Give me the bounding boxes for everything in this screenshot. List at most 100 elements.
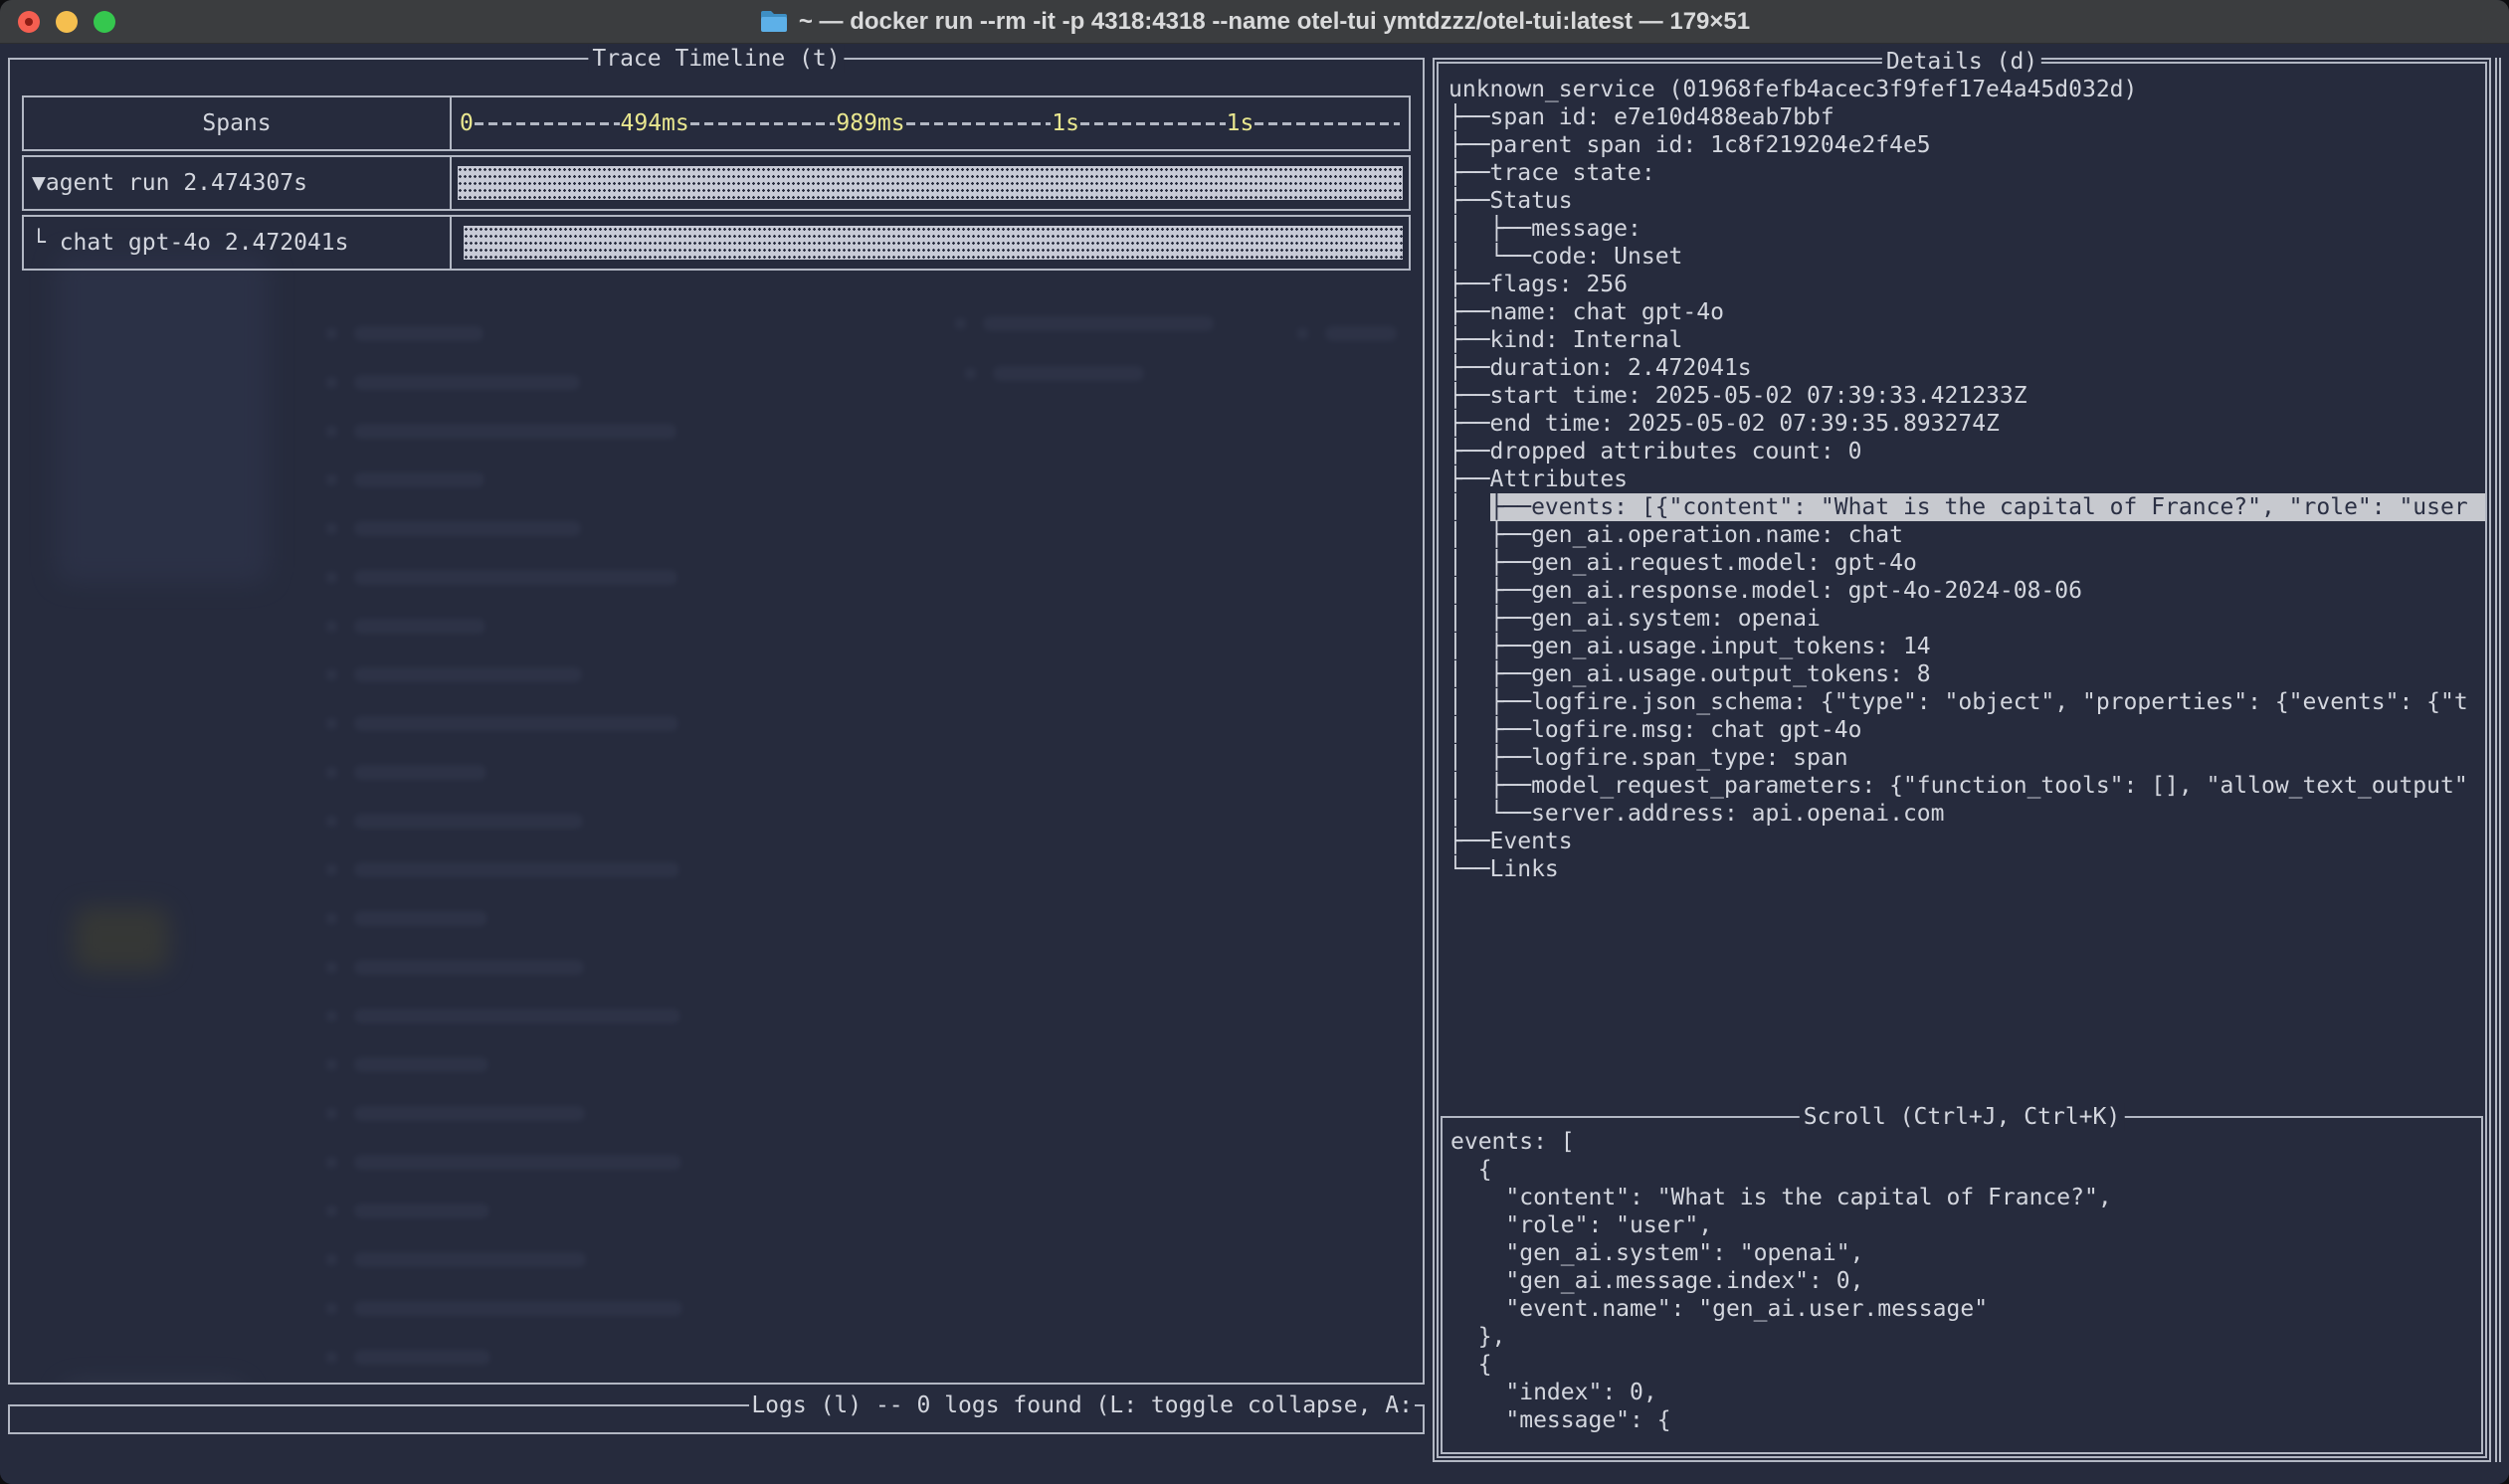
details-tree-node[interactable]: │ ├──message: — [1448, 215, 2485, 243]
tree-node-text: │ ├──logfire.json_schema: {"type": "obje… — [1448, 688, 2468, 716]
tree-node-text: │ ├──message: — [1448, 215, 1641, 243]
details-tree-node[interactable]: ├──span id: e7e10d488eab7bbf — [1448, 103, 2485, 131]
details-tree-node[interactable]: │ └──server.address: api.openai.com — [1448, 800, 2485, 828]
span-duration-bar — [458, 166, 1403, 200]
tree-node-text: │ ├──gen_ai.usage.input_tokens: 14 — [1448, 633, 1931, 660]
json-line: { — [1450, 1156, 2481, 1184]
json-line: "gen_ai.system": "openai", — [1450, 1239, 2481, 1267]
tree-node-text: ├──name: chat gpt-4o — [1448, 298, 1724, 326]
json-line: "gen_ai.message.index": 0, — [1450, 1267, 2481, 1295]
logs-panel[interactable]: Logs (l) -- 0 logs found (L: toggle coll… — [8, 1404, 1425, 1434]
details-tree-node[interactable]: ├──Attributes — [1448, 465, 2485, 493]
details-tree-node[interactable]: ├──name: chat gpt-4o — [1448, 298, 2485, 326]
tree-node-text: ├──start time: 2025-05-02 07:39:33.42123… — [1448, 382, 2027, 410]
tree-node-text: │ ├──gen_ai.system: openai — [1448, 605, 1821, 633]
details-tree-node[interactable]: ├──Events — [1448, 828, 2485, 855]
traffic-lights — [18, 0, 115, 44]
span-duration-cell — [452, 217, 1409, 269]
tree-node-text: │ ├──gen_ai.request.model: gpt-4o — [1448, 549, 1917, 577]
tree-node-text: ├──duration: 2.472041s — [1448, 354, 1752, 382]
axis-dash-segment — [1254, 122, 1400, 125]
tree-node-text: ├──span id: e7e10d488eab7bbf — [1448, 103, 1834, 131]
details-tree-node[interactable]: │ ├──gen_ai.system: openai — [1448, 605, 2485, 633]
tree-node-text: │ ├──model_request_parameters: {"functio… — [1448, 772, 2468, 800]
spans-table: Spans 0 494ms 989ms 1s — [22, 95, 1411, 271]
details-tree-node[interactable]: ├──Status — [1448, 187, 2485, 215]
tree-node-text: ├──Events — [1448, 828, 1573, 855]
json-line: events: [ — [1450, 1128, 2481, 1156]
details-tree-node[interactable]: │ ├──gen_ai.usage.output_tokens: 8 — [1448, 660, 2485, 688]
trace-timeline-panel[interactable]: Trace Timeline (t) Spans 0 — [8, 58, 1425, 1385]
statusbar: Ctrl+L: Reduce the width | Ctrl+H: Expan… — [8, 1448, 1425, 1478]
axis-dash-segment — [690, 122, 836, 125]
json-line: "content": "What is the capital of Franc… — [1450, 1184, 2481, 1211]
axis-tick-label: 1s — [1227, 109, 1254, 137]
details-tree-node[interactable]: │ ├──logfire.span_type: span — [1448, 744, 2485, 772]
spans-column-header: Spans — [24, 97, 452, 149]
axis-tick-label: 989ms — [836, 109, 904, 137]
scroll-panel[interactable]: Scroll (Ctrl+J, Ctrl+K) events: [ { "con… — [1441, 1116, 2483, 1454]
tree-node-text: ├──trace state: — [1448, 159, 1655, 187]
details-tree: unknown_service (01968fefb4acec3f9fef17e… — [1439, 64, 2485, 883]
span-row[interactable]: ▼agent run 2.474307s — [22, 155, 1411, 211]
details-tree-node[interactable]: ├──end time: 2025-05-02 07:39:35.893274Z — [1448, 410, 2485, 438]
details-panel-title: Details (d) — [1882, 48, 2041, 76]
details-tree-node[interactable]: ├──kind: Internal — [1448, 326, 2485, 354]
details-tree-node[interactable]: │ ├──gen_ai.operation.name: chat — [1448, 521, 2485, 549]
tree-node-text: │ ├──gen_ai.usage.output_tokens: 8 — [1448, 660, 1931, 688]
span-row[interactable]: └ chat gpt-4o 2.472041s — [22, 215, 1411, 271]
close-button[interactable] — [18, 11, 40, 33]
tree-node-text: ├──Status — [1448, 187, 1573, 215]
tree-node-text: │ ├──gen_ai.response.model: gpt-4o-2024-… — [1448, 577, 2082, 605]
span-label: └ chat gpt-4o 2.472041s — [24, 217, 452, 269]
tree-node-text: ├──end time: 2025-05-02 07:39:35.893274Z — [1448, 410, 2000, 438]
timeline-axis: 0 494ms 989ms 1s 1s — [452, 97, 1409, 149]
span-label: ▼agent run 2.474307s — [24, 157, 452, 209]
fullscreen-button[interactable] — [94, 11, 115, 33]
details-tree-node[interactable]: │ ├──gen_ai.usage.input_tokens: 14 — [1448, 633, 2485, 660]
details-tree-node[interactable]: │ └──code: Unset — [1448, 243, 2485, 271]
tree-node-text: │ ├──gen_ai.operation.name: chat — [1448, 521, 1903, 549]
terminal-screen: Trace Timeline (t) Spans 0 — [0, 44, 2509, 1484]
axis-tick-label: 1s — [1052, 109, 1079, 137]
json-line: { — [1450, 1351, 2481, 1379]
span-duration-cell — [452, 157, 1409, 209]
details-tree-node[interactable]: └──Links — [1448, 855, 2485, 883]
json-line: "role": "user", — [1450, 1211, 2481, 1239]
details-tree-node[interactable]: ├──dropped attributes count: 0 — [1448, 438, 2485, 465]
spans-table-header: Spans 0 494ms 989ms 1s — [22, 95, 1411, 151]
json-line: "index": 0, — [1450, 1379, 2481, 1406]
tree-node-text: ├──events: [{"content": "What is the cap… — [1490, 493, 2485, 521]
details-tree-node[interactable]: ├──trace state: — [1448, 159, 2485, 187]
details-tree-node[interactable]: ├──parent span id: 1c8f219204e2f4e5 — [1448, 131, 2485, 159]
details-tree-node[interactable]: │ ├──gen_ai.request.model: gpt-4o — [1448, 549, 2485, 577]
minimize-button[interactable] — [56, 11, 78, 33]
details-tree-node[interactable]: │ ├──logfire.json_schema: {"type": "obje… — [1448, 688, 2485, 716]
details-panel[interactable]: Details (d) unknown_service (01968fefb4a… — [1433, 58, 2491, 1462]
tree-branch-prefix: │ — [1448, 493, 1490, 521]
details-tree-node[interactable]: ├──flags: 256 — [1448, 271, 2485, 298]
span-rows: ▼agent run 2.474307s └ chat gpt-4o 2.472… — [22, 155, 1411, 271]
details-tree-node[interactable]: │ ├──logfire.msg: chat gpt-4o — [1448, 716, 2485, 744]
axis-tick-label: 0 — [460, 109, 474, 137]
details-tree-node[interactable]: │ ├──gen_ai.response.model: gpt-4o-2024-… — [1448, 577, 2485, 605]
details-tree-node[interactable]: unknown_service (01968fefb4acec3f9fef17e… — [1448, 76, 2485, 103]
logs-panel-title: Logs (l) -- 0 logs found (L: toggle coll… — [749, 1391, 1415, 1419]
details-tree-node[interactable]: ├──duration: 2.472041s — [1448, 354, 2485, 382]
scroll-panel-title: Scroll (Ctrl+J, Ctrl+K) — [1800, 1103, 2125, 1131]
axis-tick-label: 494ms — [621, 109, 689, 137]
axis-dash-segment — [475, 122, 620, 125]
axis-dash-segment — [906, 122, 1052, 125]
window-title-group: ~ — docker run --rm -it -p 4318:4318 --n… — [759, 8, 1750, 36]
axis-dash-segment — [1080, 122, 1226, 125]
terminal-window: ~ — docker run --rm -it -p 4318:4318 --n… — [0, 0, 2509, 1484]
tree-node-text: ├──dropped attributes count: 0 — [1448, 438, 1861, 465]
tree-node-text: │ └──server.address: api.openai.com — [1448, 800, 1945, 828]
right-edge-double-border — [2495, 58, 2501, 1462]
details-tree-node[interactable]: │ ├──model_request_parameters: {"functio… — [1448, 772, 2485, 800]
details-tree-node[interactable]: │ ├──events: [{"content": "What is the c… — [1448, 493, 2485, 521]
titlebar[interactable]: ~ — docker run --rm -it -p 4318:4318 --n… — [0, 0, 2509, 44]
tree-node-text: ├──kind: Internal — [1448, 326, 1682, 354]
details-tree-node[interactable]: ├──start time: 2025-05-02 07:39:33.42123… — [1448, 382, 2485, 410]
json-line: }, — [1450, 1323, 2481, 1351]
